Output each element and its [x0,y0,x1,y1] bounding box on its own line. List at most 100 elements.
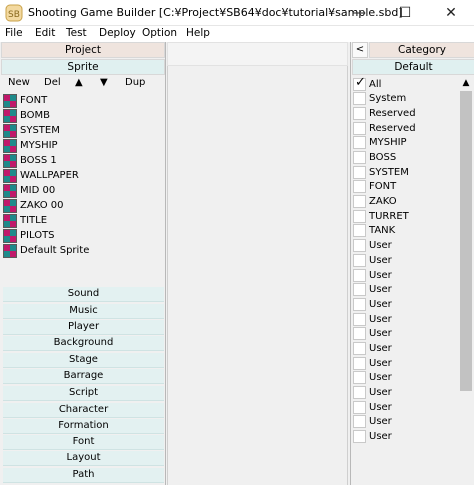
category-item[interactable]: MYSHIP [353,135,407,150]
scroll-thumb[interactable] [460,91,472,391]
checkbox[interactable] [353,386,366,399]
category-item[interactable]: TURRET [353,209,409,224]
checkbox[interactable] [353,342,366,355]
category-item[interactable]: User [353,282,392,297]
category-item[interactable]: SYSTEM [353,165,409,180]
sound-button[interactable]: Sound [3,287,164,302]
editor-area[interactable] [167,66,348,485]
new-button[interactable]: New [8,77,30,88]
stage-button[interactable]: Stage [3,353,164,368]
checkbox[interactable] [353,327,366,340]
checkbox[interactable] [353,136,366,149]
sprite-header[interactable]: Sprite [1,59,165,75]
checkbox[interactable] [353,269,366,282]
sprite-item[interactable]: MID 00 [3,183,55,198]
menu-test[interactable]: Test [66,27,87,39]
checkbox[interactable] [353,107,366,120]
project-header[interactable]: Project [1,42,165,58]
checkbox[interactable] [353,415,366,428]
sprite-item[interactable]: MYSHIP [3,138,58,153]
sprite-item[interactable]: TITLE [3,213,47,228]
checkbox[interactable] [353,254,366,267]
checkbox[interactable] [353,239,366,252]
category-item[interactable]: User [353,238,392,253]
category-item-label: FONT [369,181,397,192]
checkbox[interactable] [353,430,366,443]
category-item[interactable]: User [353,356,392,371]
sprite-item[interactable]: SYSTEM [3,123,60,138]
collapse-button[interactable]: < [352,42,368,58]
sprite-item[interactable]: WALLPAPER [3,168,79,183]
sprite-item[interactable]: FONT [3,93,47,108]
sprite-item[interactable]: Default Sprite [3,243,89,258]
sprite-item-label: BOMB [20,110,51,121]
category-item-label: User [369,387,392,398]
checkbox[interactable] [353,313,366,326]
checkbox[interactable] [353,371,366,384]
barrage-button[interactable]: Barrage [3,369,164,384]
category-item-label: TANK [369,225,396,236]
close-button[interactable]: ✕ [428,0,474,26]
category-item[interactable]: System [353,91,406,106]
category-item[interactable]: User [353,385,392,400]
menu-option[interactable]: Option [142,27,177,39]
delete-button[interactable]: Del [44,77,61,88]
font-button[interactable]: Font [3,435,164,450]
checkbox[interactable] [353,122,366,135]
checkbox[interactable] [353,401,366,414]
layout-button[interactable]: Layout [3,451,164,466]
path-button[interactable]: Path [3,468,164,483]
category-item[interactable]: TANK [353,223,395,238]
checkbox[interactable]: ✓ [353,76,366,91]
category-item[interactable]: User [353,429,392,444]
checkbox[interactable] [353,298,366,311]
category-item[interactable]: FONT [353,179,396,194]
scroll-up-arrow-icon[interactable]: ▲ [458,76,474,90]
checkbox[interactable] [353,210,366,223]
category-item[interactable]: User [353,297,392,312]
move-down-button[interactable]: ▼ [100,77,108,88]
maximize-button[interactable]: ☐ [382,0,428,26]
category-item[interactable]: User [353,400,392,415]
checkbox[interactable] [353,166,366,179]
category-item[interactable]: User [353,414,392,429]
checkbox[interactable] [353,283,366,296]
category-item[interactable]: User [353,268,392,283]
music-button[interactable]: Music [3,304,164,319]
menu-deploy[interactable]: Deploy [99,27,136,39]
duplicate-button[interactable]: Dup [125,77,145,88]
category-item[interactable]: Reserved [353,106,416,121]
checkbox[interactable] [353,180,366,193]
category-item[interactable]: User [353,253,392,268]
script-button[interactable]: Script [3,386,164,401]
category-item[interactable]: Reserved [353,121,416,136]
player-button[interactable]: Player [3,320,164,335]
menu-edit[interactable]: Edit [35,27,55,39]
formation-button[interactable]: Formation [3,419,164,434]
category-item[interactable]: ✓ All [353,76,381,92]
checkbox[interactable] [353,151,366,164]
category-item[interactable]: User [353,341,392,356]
default-header[interactable]: Default [352,59,474,75]
checkbox[interactable] [353,92,366,105]
vertical-scrollbar[interactable]: ▲ [458,76,474,485]
menu-help[interactable]: Help [186,27,210,39]
category-item[interactable]: ZAKO [353,194,397,209]
background-button[interactable]: Background [3,336,164,351]
category-item[interactable]: User [353,312,392,327]
minimize-button[interactable]: — [336,0,382,26]
category-item[interactable]: BOSS [353,150,396,165]
sprite-item[interactable]: BOSS 1 [3,153,57,168]
category-item[interactable]: User [353,326,392,341]
checkbox[interactable] [353,224,366,237]
move-up-button[interactable]: ▲ [75,77,83,88]
sprite-item[interactable]: BOMB [3,108,50,123]
category-item-label: User [369,343,392,354]
menu-file[interactable]: File [5,27,23,39]
category-item[interactable]: User [353,370,392,385]
sprite-item[interactable]: PILOTS [3,228,55,243]
checkbox[interactable] [353,195,366,208]
sprite-item[interactable]: ZAKO 00 [3,198,63,213]
checkbox[interactable] [353,357,366,370]
character-button[interactable]: Character [3,403,164,418]
